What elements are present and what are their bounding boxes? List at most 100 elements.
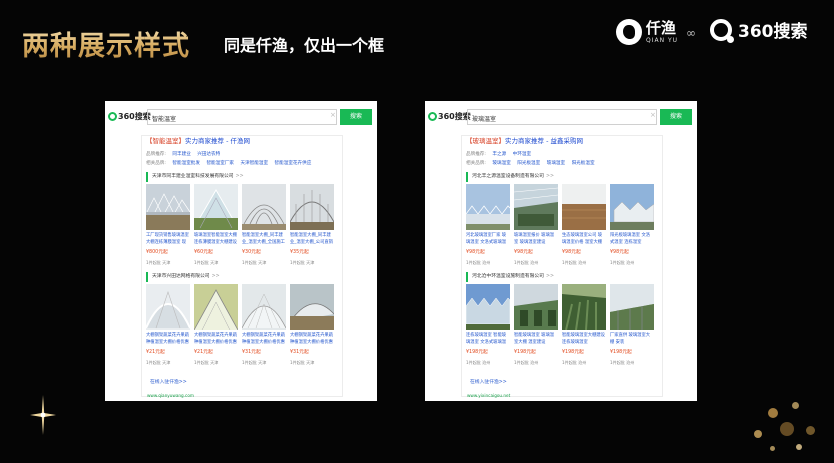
product-card[interactable]: 大棚钢架蔬菜花卉果蔬种植温室大棚价格优惠 ¥31元起 1件起批 天津 [242,284,286,374]
product-card[interactable]: 玻璃温室报价 玻璃温室 玻璃温室建设 ¥98元起 1件起批 沧州 [514,184,558,274]
product-meta: 1件起批 天津 [194,260,219,265]
sparkle-icon [30,395,56,435]
product-image[interactable] [194,184,238,230]
product-name[interactable]: 河北玻璃温室厂家 玻璃温室 文洛式玻璃温室 [466,232,510,246]
qianyu-logo-text: 仟渔 [646,18,677,37]
product-card[interactable]: 智能温室大棚_同丰建业_温室大棚_全国施工 ¥30元起 1件起批 天津 [242,184,286,274]
left-company-title[interactable]: 天津市同丰建业温室科技发展有限公司 >> [146,172,244,182]
product-image[interactable] [146,284,190,330]
clear-icon[interactable]: × [650,111,656,119]
left-search-button[interactable]: 搜索 [340,109,372,125]
bokeh-decoration [754,430,762,438]
right-brand-link[interactable]: 丰之源 [492,152,506,157]
product-name[interactable]: 智能温室大棚_同丰建业_温室大棚_公司直销 [290,232,334,246]
left-brand-label: 品牌推荐: [146,152,166,157]
right-related-label: 相关品牌: [466,161,486,166]
product-name[interactable]: 大棚钢架蔬菜花卉果蔬种植温室大棚价格优惠 [242,332,286,346]
right-search-bar: 360搜索 玻璃温室 × 搜索 [425,108,697,128]
product-image[interactable] [242,284,286,330]
right-search-button[interactable]: 搜索 [660,109,692,125]
product-image[interactable] [290,184,334,230]
right-site-url[interactable]: www.yixincaigou.net [467,393,510,398]
left-related-label: 相关品牌: [146,161,166,166]
product-image[interactable] [562,184,606,230]
product-image[interactable] [194,284,238,330]
right-result-card: 【玻璃温室】实力商家推荐 - 益鑫采购网 品牌推荐: 丰之源 中环温室 相关品牌… [461,135,663,397]
left-title-rest: 实力商家推荐 - 仟渔网 [185,137,250,145]
product-image[interactable] [146,184,190,230]
product-card[interactable]: 大棚钢架蔬菜花卉果蔬种植温室大棚价格优惠 ¥21元起 1件起批 天津 [194,284,238,374]
product-card[interactable]: 厂家直供 玻璃温室大棚 安装 ¥198元起 1件起批 沧州 [610,284,654,374]
product-image[interactable] [562,284,606,330]
product-name[interactable]: 大棚钢架蔬菜花卉果蔬种植温室大棚价格优惠 [194,332,238,346]
product-name[interactable]: 玻璃温室智能温室大棚连栋薄膜温室大棚建设 [194,232,238,246]
company-name: 天津市同丰建业温室科技发展有限公司 [152,174,234,179]
product-image[interactable] [290,284,334,330]
right-related-link[interactable]: 玻璃温室 [547,161,565,166]
product-card[interactable]: 玻璃温室智能温室大棚连栋薄膜温室大棚建设 ¥60元起 1件起批 天津 [194,184,238,274]
right-company-title[interactable]: 河北丰之源温室设备制造有限公司 >> [466,172,554,182]
left-search-input[interactable]: 智能温室 [147,109,337,125]
right-company-title[interactable]: 河北沧中环温室设施制造有限公司 >> [466,272,554,282]
product-card[interactable]: 连栋玻璃温室 智能玻璃温室 文洛式玻璃温室 ¥198元起 1件起批 沧州 [466,284,510,374]
product-image[interactable] [610,184,654,230]
product-card[interactable]: 工厂现货销售玻璃温室大棚连栋薄膜温室 现货出售 ¥800元起 1件起批 天津 [146,184,190,274]
product-name[interactable]: 生态玻璃温室公司 玻璃温室价格 温室大棚 [562,232,606,246]
product-image[interactable] [242,184,286,230]
product-price: ¥800元起 [146,250,168,255]
left-result-card: 【智能温室】实力商家推荐 - 仟渔网 品牌推荐: 同丰建业 兴田达农特 相关品牌… [141,135,343,397]
product-price: ¥31元起 [290,350,309,355]
left-join-link[interactable]: 在线入驻仟渔>> [150,378,187,385]
company-name: 河北丰之源温室设备制造有限公司 [472,174,544,179]
product-name[interactable]: 智能玻璃温室 玻璃温室大棚 温室建设 [514,332,558,346]
product-card[interactable]: 智能温室大棚_同丰建业_温室大棚_公司直销 ¥35元起 1件起批 天津 [290,184,334,274]
product-image[interactable] [466,184,510,230]
right-brand-link[interactable]: 中环温室 [513,152,531,157]
product-price: ¥98元起 [514,250,533,255]
product-image[interactable] [610,284,654,330]
left-related-link[interactable]: 智能温室花卉供应 [275,161,312,166]
product-card[interactable]: 大棚钢架蔬菜花卉果蔬种植温室大棚价格优惠 ¥21元起 1件起批 天津 [146,284,190,374]
product-image[interactable] [514,284,558,330]
product-name[interactable]: 工厂现货销售玻璃温室大棚连栋薄膜温室 现货出售 [146,232,190,246]
product-name[interactable]: 玻璃温室报价 玻璃温室 玻璃温室建设 [514,232,558,246]
product-name[interactable]: 大棚钢架蔬菜花卉果蔬种植温室大棚价格优惠 [290,332,334,346]
product-image[interactable] [466,284,510,330]
left-related-link[interactable]: 智能温室厂家 [206,161,234,166]
product-card[interactable]: 河北玻璃温室厂家 玻璃温室 文洛式玻璃温室 ¥98元起 1件起批 沧州 [466,184,510,274]
product-image[interactable] [514,184,558,230]
left-brand-link[interactable]: 兴田达农特 [197,152,220,157]
left-search-bar: 360搜索 智能温室 × 搜索 [105,108,377,128]
qianyu-mark-icon [616,19,642,45]
right-related-link[interactable]: 阳光板温室 [517,161,540,166]
product-card[interactable]: 阳光板玻璃温室 文洛式温室 连栋温室 ¥98元起 1件起批 沧州 [610,184,654,274]
product-name[interactable]: 智能温室大棚_同丰建业_温室大棚_全国施工 [242,232,286,246]
left-result-title[interactable]: 【智能温室】实力商家推荐 - 仟渔网 [146,136,250,146]
product-name[interactable]: 大棚钢架蔬菜花卉果蔬种植温室大棚价格优惠 [146,332,190,346]
product-card[interactable]: 大棚钢架蔬菜花卉果蔬种植温室大棚价格优惠 ¥31元起 1件起批 天津 [290,284,334,374]
left-related-link[interactable]: 智能温室批发 [172,161,200,166]
product-card[interactable]: 生态玻璃温室公司 玻璃温室价格 温室大棚 ¥98元起 1件起批 沧州 [562,184,606,274]
product-card[interactable]: 智能玻璃温室 玻璃温室大棚 温室建设 ¥198元起 1件起批 沧州 [514,284,558,374]
left-site-url[interactable]: www.qianyuwang.com [147,393,194,398]
product-card[interactable]: 智能玻璃温室大棚建设 连栋玻璃温室 ¥198元起 1件起批 沧州 [562,284,606,374]
right-related-link[interactable]: 玻璃温室 [492,161,510,166]
product-meta: 1件起批 沧州 [466,360,491,365]
bokeh-decoration [806,426,815,435]
product-name[interactable]: 阳光板玻璃温室 文洛式温室 连栋温室 [610,232,654,246]
slide-title: 两种展示样式 [22,24,190,63]
left-related-link[interactable]: 天津智能温室 [241,161,269,166]
product-name[interactable]: 连栋玻璃温室 智能玻璃温室 文洛式玻璃温室 [466,332,510,346]
right-join-link[interactable]: 在线入驻仟渔>> [470,378,507,385]
product-meta: 1件起批 沧州 [466,260,491,265]
right-search-input[interactable]: 玻璃温室 [467,109,657,125]
left-brand-link[interactable]: 同丰建业 [172,152,190,157]
product-name[interactable]: 厂家直供 玻璃温室大棚 安装 [610,332,654,346]
left-related-row: 相关品牌: 智能温室批发 智能温室厂家 天津智能温室 智能温室花卉供应 [146,159,316,169]
left-company-title[interactable]: 天津市兴田达网格有限公司 >> [146,272,220,282]
clear-icon[interactable]: × [330,111,336,119]
right-related-link[interactable]: 阳光板温室 [572,161,595,166]
right-product-grid: 河北玻璃温室厂家 玻璃温室 文洛式玻璃温室 ¥98元起 1件起批 沧州 玻璃温室… [466,184,662,274]
product-name[interactable]: 智能玻璃温室大棚建设 连栋玻璃温室 [562,332,606,346]
right-result-title[interactable]: 【玻璃温室】实力商家推荐 - 益鑫采购网 [466,136,583,146]
